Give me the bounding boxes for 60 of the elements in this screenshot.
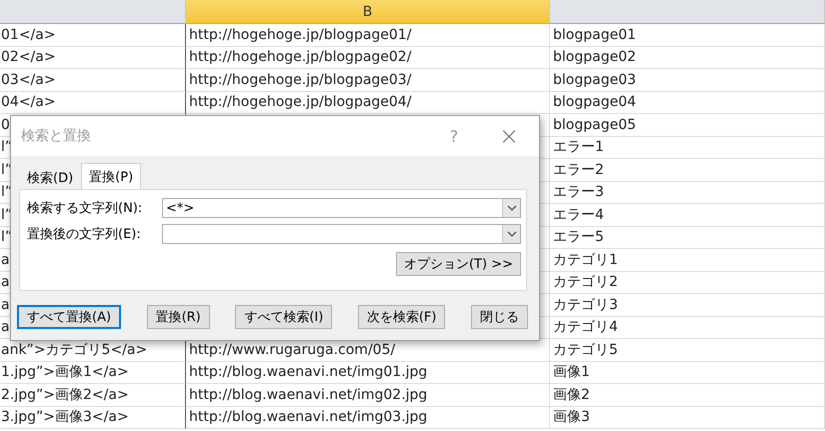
cell-text: 3.jpg”>画像3</a> [1,408,129,426]
cell-text: カテゴリ5 [553,340,618,359]
cell-text: http://blog.waenavi.net/img01.jpg [189,364,428,380]
cell-text: http://hogehoge.jp/blogpage02/ [189,49,412,66]
dialog-button[interactable]: 置換(R) [146,305,210,329]
dialog-button[interactable]: すべて検索(I) [235,305,332,329]
dialog-button[interactable]: 次を検索(F) [358,305,446,329]
cell-text: エラー5 [553,228,604,246]
cell-text: blogpage01 [553,26,636,43]
dropdown-button[interactable] [502,225,520,243]
tab[interactable]: 置換(P) [81,163,142,189]
cell-text: a [1,252,10,268]
cell-text: blogpage02 [553,49,636,66]
cell-text: http://hogehoge.jp/blogpage04/ [189,94,412,110]
cell-text: http://hogehoge.jp/blogpage01/ [189,26,412,43]
cell-text: ank”>カテゴリ5</a> [1,340,148,359]
cell-text: カテゴリ1 [553,250,618,269]
cell-text: 04</a> [1,94,56,110]
cell-text: blogpage05 [553,116,636,133]
cell-text: 03</a> [1,72,56,88]
close-button[interactable]: × [497,124,521,148]
cell-text: カテゴリ3 [553,296,618,314]
chevron-down-icon [506,205,516,211]
cell-text: カテゴリ4 [553,318,618,336]
options-button[interactable]: オプション(T) >> [396,252,521,276]
dialog-title: 検索と置換 [21,127,92,145]
cell-text: カテゴリ2 [553,273,618,292]
cell-text: 画像1 [553,363,590,382]
cell-text: a [1,296,10,313]
field-label: 置換後の文字列(E): [27,226,142,243]
cell-text: http://www.rugaruga.com/05/ [189,342,396,358]
column-header[interactable] [550,0,825,24]
cell-text: 2.jpg”>画像2</a> [1,386,129,404]
field-label: 検索する文字列(N): [27,200,144,217]
dropdown-button[interactable] [502,199,520,217]
cell-text: 02</a> [1,49,56,66]
text-field[interactable]: <*> [162,198,521,218]
cell-text: 01</a> [1,26,56,43]
cell-text: blogpage04 [553,94,636,110]
cell-text: エラー3 [553,183,604,202]
column-header[interactable]: B [186,0,550,24]
cell-text: 画像2 [553,386,590,404]
cell-text: http://hogehoge.jp/blogpage03/ [189,72,412,88]
cell-text: エラー4 [553,206,604,224]
cell-text: blogpage03 [553,72,636,88]
cell-text: 1.jpg”>画像1</a> [1,363,129,382]
column-header[interactable] [0,0,186,24]
cell-text: a [1,319,10,336]
cell-text: 画像3 [553,408,590,426]
cell-text: a [1,274,10,290]
chevron-down-icon [506,231,516,237]
dialog-button[interactable]: 閉じる [470,305,528,329]
cell-text: 0 [1,116,10,133]
text-field[interactable] [162,224,521,244]
cell-text: エラー2 [553,160,604,179]
dialog-button[interactable]: すべて置換(A) [17,305,122,329]
cell-text: http://blog.waenavi.net/img03.jpg [189,409,428,426]
cell-text: エラー1 [553,138,604,156]
cell-text: http://blog.waenavi.net/img02.jpg [189,386,428,403]
tab[interactable]: 検索(D) [19,166,82,189]
